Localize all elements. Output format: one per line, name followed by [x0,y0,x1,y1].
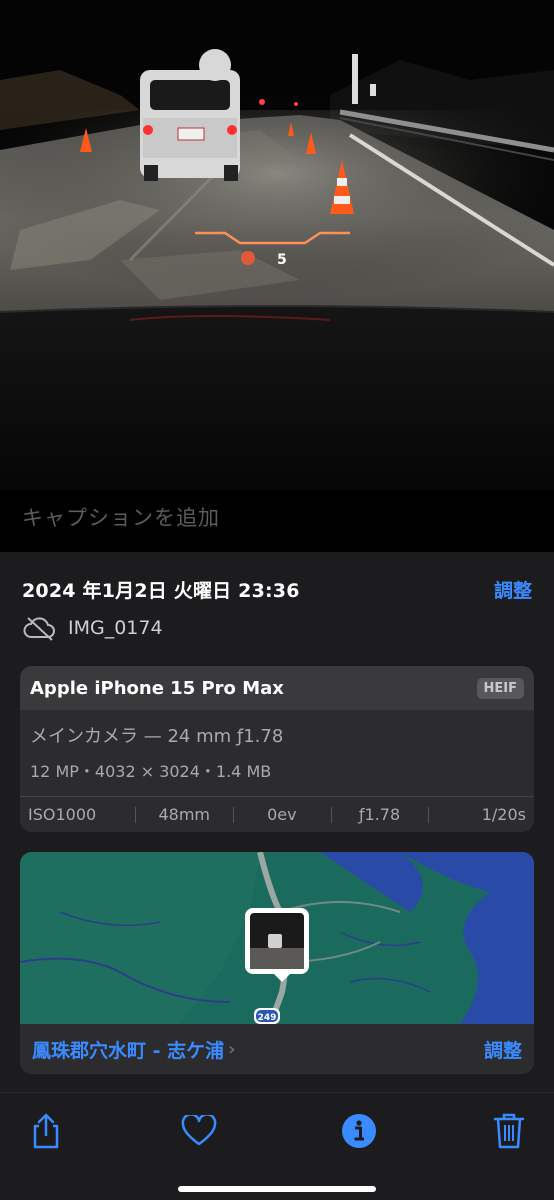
date-row: 2024 年1月2日 火曜日 23:36 調整 [22,576,532,604]
delete-button[interactable] [489,1111,529,1151]
photo-pin[interactable] [245,908,309,982]
share-button[interactable] [26,1111,66,1151]
photo-view[interactable]: 5 [0,0,554,500]
exif-iso: ISO1000 [28,805,97,824]
trash-icon [493,1113,525,1149]
van [140,70,240,181]
caption-placeholder: キャプションを追加 [22,506,220,530]
photo-image: 5 [0,0,554,500]
info-sheet: 2024 年1月2日 火曜日 23:36 調整 IMG_0174 Apple i… [0,552,554,1092]
exif-shutter: 1/20s [428,805,534,824]
caption-field[interactable]: キャプションを追加 [0,490,554,552]
location-name: 鳳珠郡穴水町 - 志ケ浦 [32,1039,225,1062]
location-link[interactable]: 鳳珠郡穴水町 - 志ケ浦 › [32,1036,236,1063]
adjust-location-button[interactable]: 調整 [484,1036,522,1063]
format-badge: HEIF [476,677,524,699]
map-footer: 鳳珠郡穴水町 - 志ケ浦 › 調整 [20,1024,534,1074]
camera-card: Apple iPhone 15 Pro Max HEIF メインカメラ — 24… [20,666,534,832]
map-view[interactable]: 249 [20,852,534,1026]
heart-icon [181,1115,217,1146]
camera-header: Apple iPhone 15 Pro Max HEIF [20,666,534,710]
chevron-right-icon: › [228,1038,236,1060]
exif-focal: 48mm [135,805,233,824]
exif-row: ISO1000 48mm 0ev ƒ1.78 1/20s [20,796,534,832]
photo-date: 2024 年1月2日 火曜日 23:36 [22,580,300,602]
exif-ev: 0ev [233,805,331,824]
info-button[interactable] [339,1111,379,1151]
cloud-off-icon [23,617,55,641]
info-icon [342,1114,376,1148]
hud-speed: 5 [277,252,287,268]
home-indicator [178,1186,376,1192]
image-specs: 12 MP・4032 × 3024・1.4 MB [30,762,272,781]
file-name: IMG_0174 [68,617,163,639]
bottom-toolbar [0,1092,554,1200]
adjust-date-button[interactable]: 調整 [494,576,532,603]
route-number: 249 [258,1013,277,1023]
exif-aperture: ƒ1.78 [330,805,429,824]
map-card[interactable]: 249 鳳珠郡穴水町 - 志ケ浦 › 調整 [20,852,534,1074]
favorite-button[interactable] [179,1111,219,1151]
share-icon [33,1113,59,1149]
map-image: 249 [20,852,534,1026]
lens-info: メインカメラ — 24 mm ƒ1.78 [30,726,284,747]
file-row: IMG_0174 [22,614,163,642]
camera-body: メインカメラ — 24 mm ƒ1.78 12 MP・4032 × 3024・1… [20,710,534,796]
camera-model: Apple iPhone 15 Pro Max [30,677,284,699]
